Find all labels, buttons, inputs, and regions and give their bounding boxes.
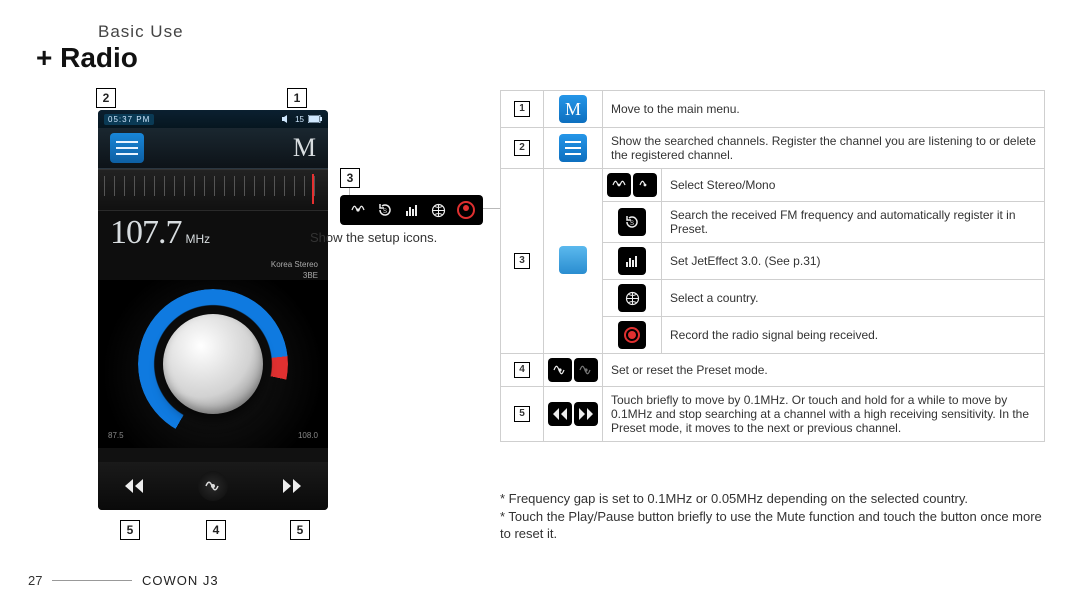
section-heading: Basic Use	[98, 22, 184, 42]
auto-search-icon[interactable]: S	[376, 201, 394, 219]
footnotes: * Frequency gap is set to 0.1MHz or 0.05…	[500, 490, 1045, 543]
callout-1: 1	[287, 88, 307, 108]
setup-icons-caption: Show the setup icons.	[310, 230, 437, 245]
legend-num-2: 2	[514, 140, 530, 156]
legend-desc: Touch briefly to move by 0.1MHz. Or touc…	[603, 387, 1045, 442]
legend-num-4: 4	[514, 362, 530, 378]
jeteffect-icon	[618, 247, 646, 275]
preset-button[interactable]	[198, 471, 228, 501]
frequency-unit: MHz	[186, 232, 211, 246]
legend-desc: Set JetEffect 3.0. (See p.31)	[662, 243, 1045, 280]
broadcast-meta-2: 3BE	[98, 269, 328, 280]
legend-desc: Set or reset the Preset mode.	[603, 354, 1045, 387]
callout-3: 3	[340, 168, 360, 188]
preset-on-icon	[548, 358, 572, 382]
setup-group-icon	[559, 246, 587, 274]
manual-page: Basic Use + Radio 05:37 PM 15 M 107.7MHz…	[0, 0, 1080, 610]
table-row: 4 Set or reset the Preset mode.	[501, 354, 1045, 387]
legend-desc: Move to the main menu.	[603, 91, 1045, 128]
jeteffect-icon[interactable]	[403, 201, 421, 219]
preset-icon	[204, 479, 222, 493]
list-icon	[559, 134, 587, 162]
callout-4: 4	[206, 520, 226, 540]
device-model: COWON J3	[142, 573, 219, 588]
legend-desc: Select Stereo/Mono	[662, 169, 1045, 202]
svg-text:S: S	[630, 221, 634, 227]
legend-table: 1 M Move to the main menu. 2 Show the se…	[500, 90, 1045, 442]
next-button[interactable]	[283, 479, 301, 493]
callout-5-left: 5	[120, 520, 140, 540]
table-row: 3 Select Stereo/Mono	[501, 169, 1045, 202]
frequency-display: 107.7 MHz	[98, 211, 328, 258]
record-icon[interactable]	[457, 201, 475, 219]
mono-icon	[633, 173, 657, 197]
table-row: 2 Show the searched channels. Register t…	[501, 128, 1045, 169]
callout-2: 2	[96, 88, 116, 108]
footer-rule	[52, 580, 132, 581]
footnote-1: * Frequency gap is set to 0.1MHz or 0.05…	[500, 490, 1045, 508]
main-menu-icon: M	[559, 95, 587, 123]
prev-button[interactable]	[125, 479, 143, 493]
legend-desc: Show the searched channels. Register the…	[603, 128, 1045, 169]
frequency-value: 107.7	[110, 214, 182, 251]
setup-icons-strip: S	[340, 195, 483, 225]
radio-topbar: M	[98, 128, 328, 169]
clock: 05:37 PM	[104, 114, 154, 125]
table-row: 1 M Move to the main menu.	[501, 91, 1045, 128]
page-number: 27	[28, 573, 42, 588]
device-mockup: 05:37 PM 15 M 107.7MHz Korea Stereo 3BE …	[98, 110, 328, 510]
legend-num-1: 1	[514, 101, 530, 117]
status-bar: 05:37 PM 15	[98, 110, 328, 128]
page-title: + Radio	[36, 42, 138, 74]
country-icon[interactable]	[430, 201, 448, 219]
legend-desc: Search the received FM frequency and aut…	[662, 202, 1045, 243]
volume-value: 15	[295, 115, 304, 124]
band-low-label: 87.5	[108, 431, 124, 440]
table-row: 5 Touch briefly to move by 0.1MHz. Or to…	[501, 387, 1045, 442]
main-menu-button[interactable]: M	[293, 133, 316, 163]
forward-icon	[574, 402, 598, 426]
legend-desc: Select a country.	[662, 280, 1045, 317]
globe-icon	[618, 284, 646, 312]
legend-num-5: 5	[514, 406, 530, 422]
footnote-2: * Touch the Play/Pause button briefly to…	[500, 508, 1045, 543]
stereo-icon	[607, 173, 631, 197]
broadcast-meta-1: Korea Stereo	[98, 258, 328, 269]
legend-num-3: 3	[514, 253, 530, 269]
volume-indicator: 15	[281, 114, 322, 124]
svg-text:S: S	[382, 209, 386, 215]
band-high-label: 108.0	[298, 431, 318, 440]
record-icon	[618, 321, 646, 349]
tuner-cursor	[312, 174, 314, 204]
channel-list-button[interactable]	[110, 133, 144, 163]
battery-icon	[308, 115, 322, 123]
tuning-dial-area: 87.5 108.0	[98, 280, 328, 448]
speaker-icon	[281, 114, 291, 124]
playback-bar	[98, 462, 328, 510]
legend-desc: Record the radio signal being received.	[662, 317, 1045, 354]
rewind-icon	[548, 402, 572, 426]
stereo-mono-icon[interactable]	[349, 201, 367, 219]
tuner-scale[interactable]	[98, 169, 328, 211]
tuning-knob[interactable]	[163, 314, 263, 414]
preset-off-icon	[574, 358, 598, 382]
auto-search-icon: S	[618, 208, 646, 236]
callout-5-right: 5	[290, 520, 310, 540]
